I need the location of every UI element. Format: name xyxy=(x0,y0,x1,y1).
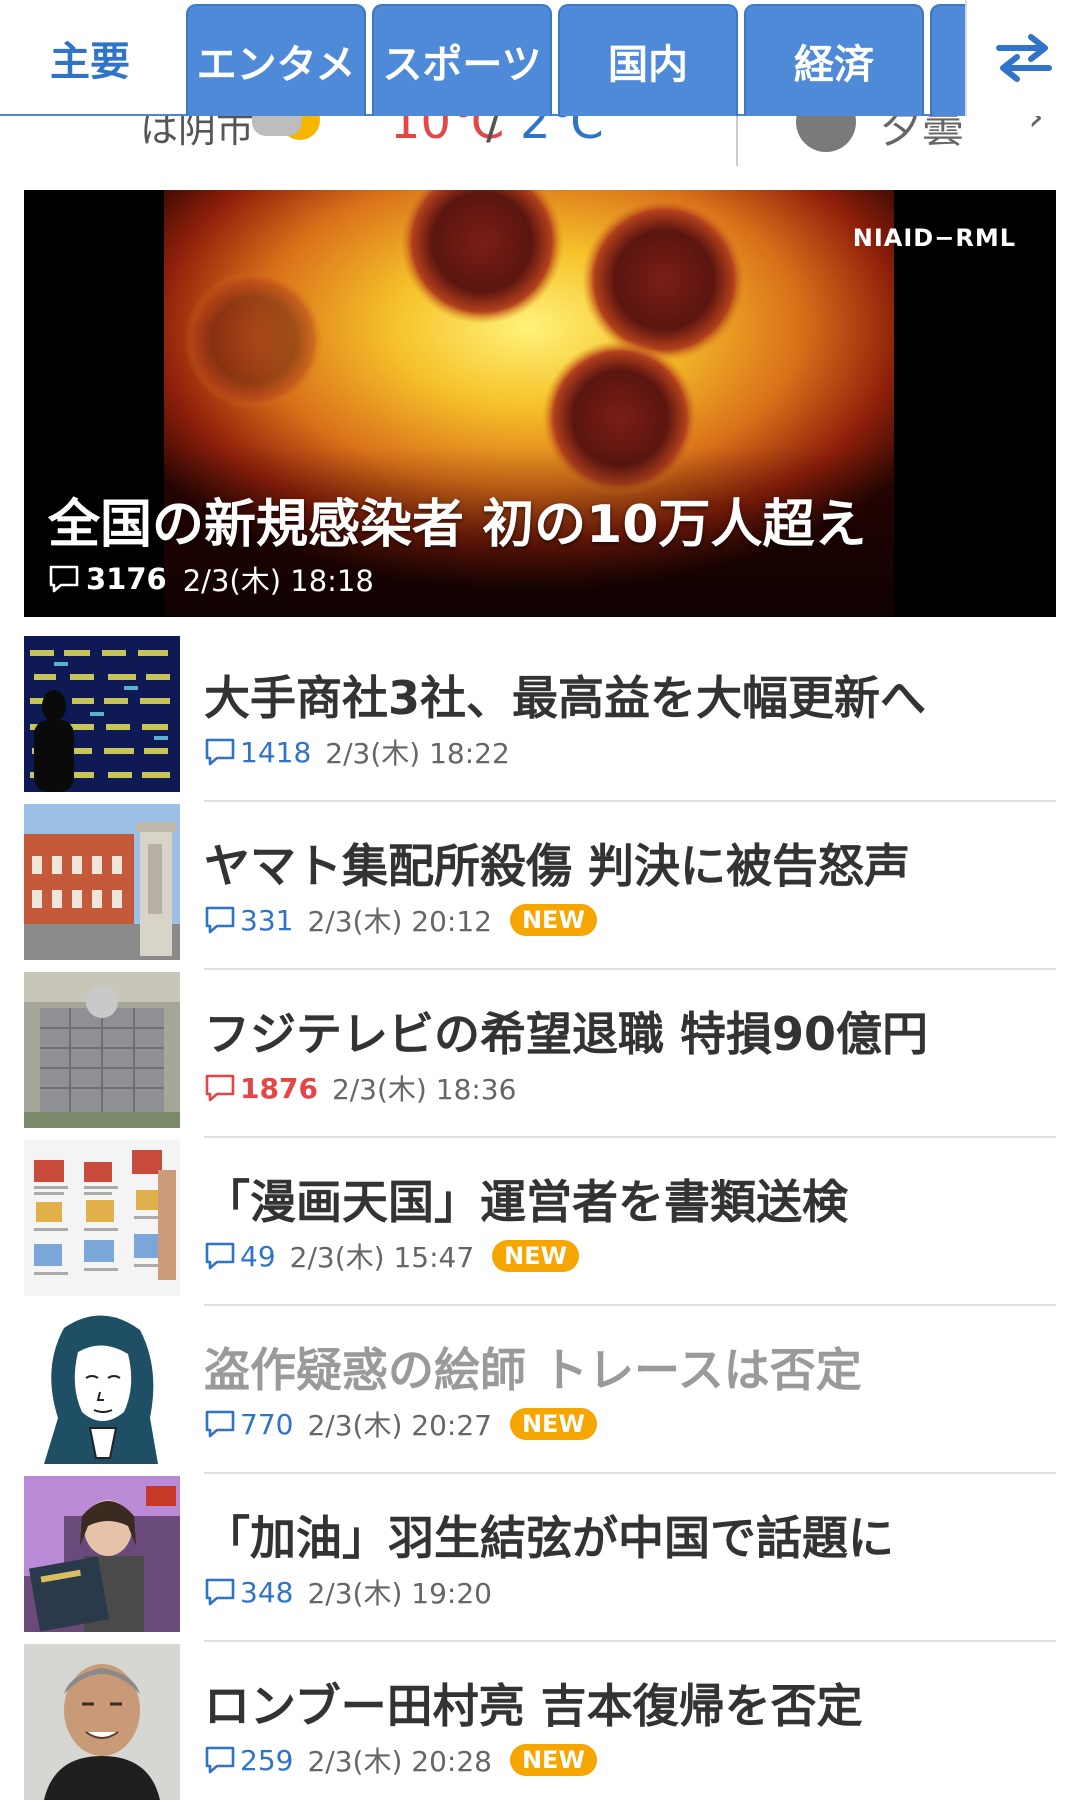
comment-count: 259 xyxy=(240,1743,294,1777)
article-title: ロンブー田村亮 吉本復帰を否定 xyxy=(204,1679,863,1733)
tab-main[interactable]: 主要 xyxy=(0,0,180,116)
comment-icon xyxy=(205,738,235,766)
weather-low: 2℃ xyxy=(520,116,605,150)
article-thumbnail xyxy=(24,1644,180,1800)
new-badge: NEW xyxy=(509,1408,597,1440)
article-thumbnail xyxy=(24,1140,180,1296)
list-item[interactable]: ロンブー田村亮 吉本復帰を否定 259 2/3(木) 20:28 NEW xyxy=(0,1642,1080,1810)
list-item[interactable]: フジテレビの希望退職 特損90億円 1876 2/3(木) 18:36 xyxy=(0,970,1080,1138)
comment-icon xyxy=(205,1242,235,1270)
article-thumbnail xyxy=(24,1476,180,1632)
tab-sports[interactable]: スポーツ xyxy=(372,4,552,116)
article-meta: 1876 2/3(木) 18:36 xyxy=(204,1068,516,1108)
hero-comment-count: 3176 xyxy=(86,562,167,596)
hero-title: 全国の新規感染者 初の10万人超え xyxy=(48,495,867,555)
article-meta: 331 2/3(木) 20:12 NEW xyxy=(204,900,597,940)
category-tab-bar: 主要 エンタメ スポーツ 国内 経済 xyxy=(0,0,1080,116)
article-meta: 770 2/3(木) 20:27 NEW xyxy=(204,1404,597,1444)
comment-icon xyxy=(205,1410,235,1438)
cloudy-icon xyxy=(796,116,856,152)
article-thumbnail xyxy=(24,804,180,960)
tab-next-partial[interactable] xyxy=(930,4,970,116)
chevron-right-icon: › xyxy=(1028,116,1044,140)
comment-count: 1876 xyxy=(240,1071,318,1105)
comment-icon xyxy=(205,1074,235,1102)
list-item[interactable]: 「加油」羽生結弦が中国で話題に 348 2/3(木) 19:20 xyxy=(0,1474,1080,1642)
new-badge: NEW xyxy=(492,1240,580,1272)
article-list: 大手商社3社、最高益を大幅更新へ 1418 2/3(木) 18:22 ヤマト集配… xyxy=(0,634,1080,1810)
article-date: 2/3(木) 19:20 xyxy=(307,1577,492,1610)
list-item[interactable]: 「漫画天国」運営者を書類送検 49 2/3(木) 15:47 NEW xyxy=(0,1138,1080,1306)
comment-count: 331 xyxy=(240,903,294,937)
comment-count: 49 xyxy=(240,1239,276,1273)
comment-count: 1418 xyxy=(240,735,312,769)
article-thumbnail xyxy=(24,636,180,792)
article-title: 「加油」羽生結弦が中国で話題に xyxy=(204,1511,894,1565)
article-thumbnail xyxy=(24,1308,180,1464)
article-date: 2/3(木) 20:28 xyxy=(307,1745,492,1778)
article-date: 2/3(木) 18:36 xyxy=(331,1073,517,1106)
article-date: 2/3(木) 15:47 xyxy=(289,1241,475,1274)
hero-article[interactable]: NIAID−RML 全国の新規感染者 初の10万人超え 3176 2/3(木) … xyxy=(24,190,1056,617)
tab-entertainment[interactable]: エンタメ xyxy=(186,4,366,116)
article-meta: 1418 2/3(木) 18:22 xyxy=(204,732,510,772)
weather-city: は阴市 xyxy=(140,116,255,151)
weather-condition: 夕曇 xyxy=(880,116,965,152)
hero-date: 2/3(木) 18:18 xyxy=(182,564,374,598)
tab-domestic[interactable]: 国内 xyxy=(558,4,738,116)
article-title: フジテレビの希望退職 特損90億円 xyxy=(204,1007,929,1061)
tab-economy[interactable]: 経済 xyxy=(744,4,924,116)
article-title: 「漫画天国」運営者を書類送検 xyxy=(204,1175,848,1229)
article-date: 2/3(木) 20:12 xyxy=(307,905,492,938)
weather-slash: / xyxy=(486,116,503,150)
weather-strip[interactable]: は阴市 10℃ / 2℃ 夕曇 › xyxy=(0,116,1080,170)
partly-sunny-icon xyxy=(252,116,320,140)
list-item[interactable]: 盗作疑惑の絵師 トレースは否定 770 2/3(木) 20:27 NEW xyxy=(0,1306,1080,1474)
hero-meta: 3176 2/3(木) 18:18 xyxy=(48,558,374,600)
comment-count: 770 xyxy=(240,1407,294,1441)
article-meta: 49 2/3(木) 15:47 NEW xyxy=(204,1236,580,1276)
swap-icon[interactable] xyxy=(965,0,1080,116)
article-date: 2/3(木) 18:22 xyxy=(325,737,510,770)
article-title: 盗作疑惑の絵師 トレースは否定 xyxy=(204,1343,862,1397)
article-meta: 348 2/3(木) 19:20 xyxy=(204,1572,492,1612)
article-date: 2/3(木) 20:27 xyxy=(307,1409,492,1442)
comment-count: 348 xyxy=(240,1575,294,1609)
new-badge: NEW xyxy=(509,1744,597,1776)
hero-image-credit: NIAID−RML xyxy=(852,224,1016,252)
list-item[interactable]: 大手商社3社、最高益を大幅更新へ 1418 2/3(木) 18:22 xyxy=(0,634,1080,802)
comment-icon xyxy=(205,906,235,934)
comment-icon xyxy=(49,565,79,593)
new-badge: NEW xyxy=(509,904,597,936)
weather-separator xyxy=(736,116,738,166)
comment-icon xyxy=(205,1746,235,1774)
comment-icon xyxy=(205,1578,235,1606)
article-title: 大手商社3社、最高益を大幅更新へ xyxy=(204,671,927,725)
article-title: ヤマト集配所殺傷 判決に被告怒声 xyxy=(204,839,911,893)
list-item[interactable]: ヤマト集配所殺傷 判決に被告怒声 331 2/3(木) 20:12 NEW xyxy=(0,802,1080,970)
article-thumbnail xyxy=(24,972,180,1128)
article-meta: 259 2/3(木) 20:28 NEW xyxy=(204,1740,597,1780)
